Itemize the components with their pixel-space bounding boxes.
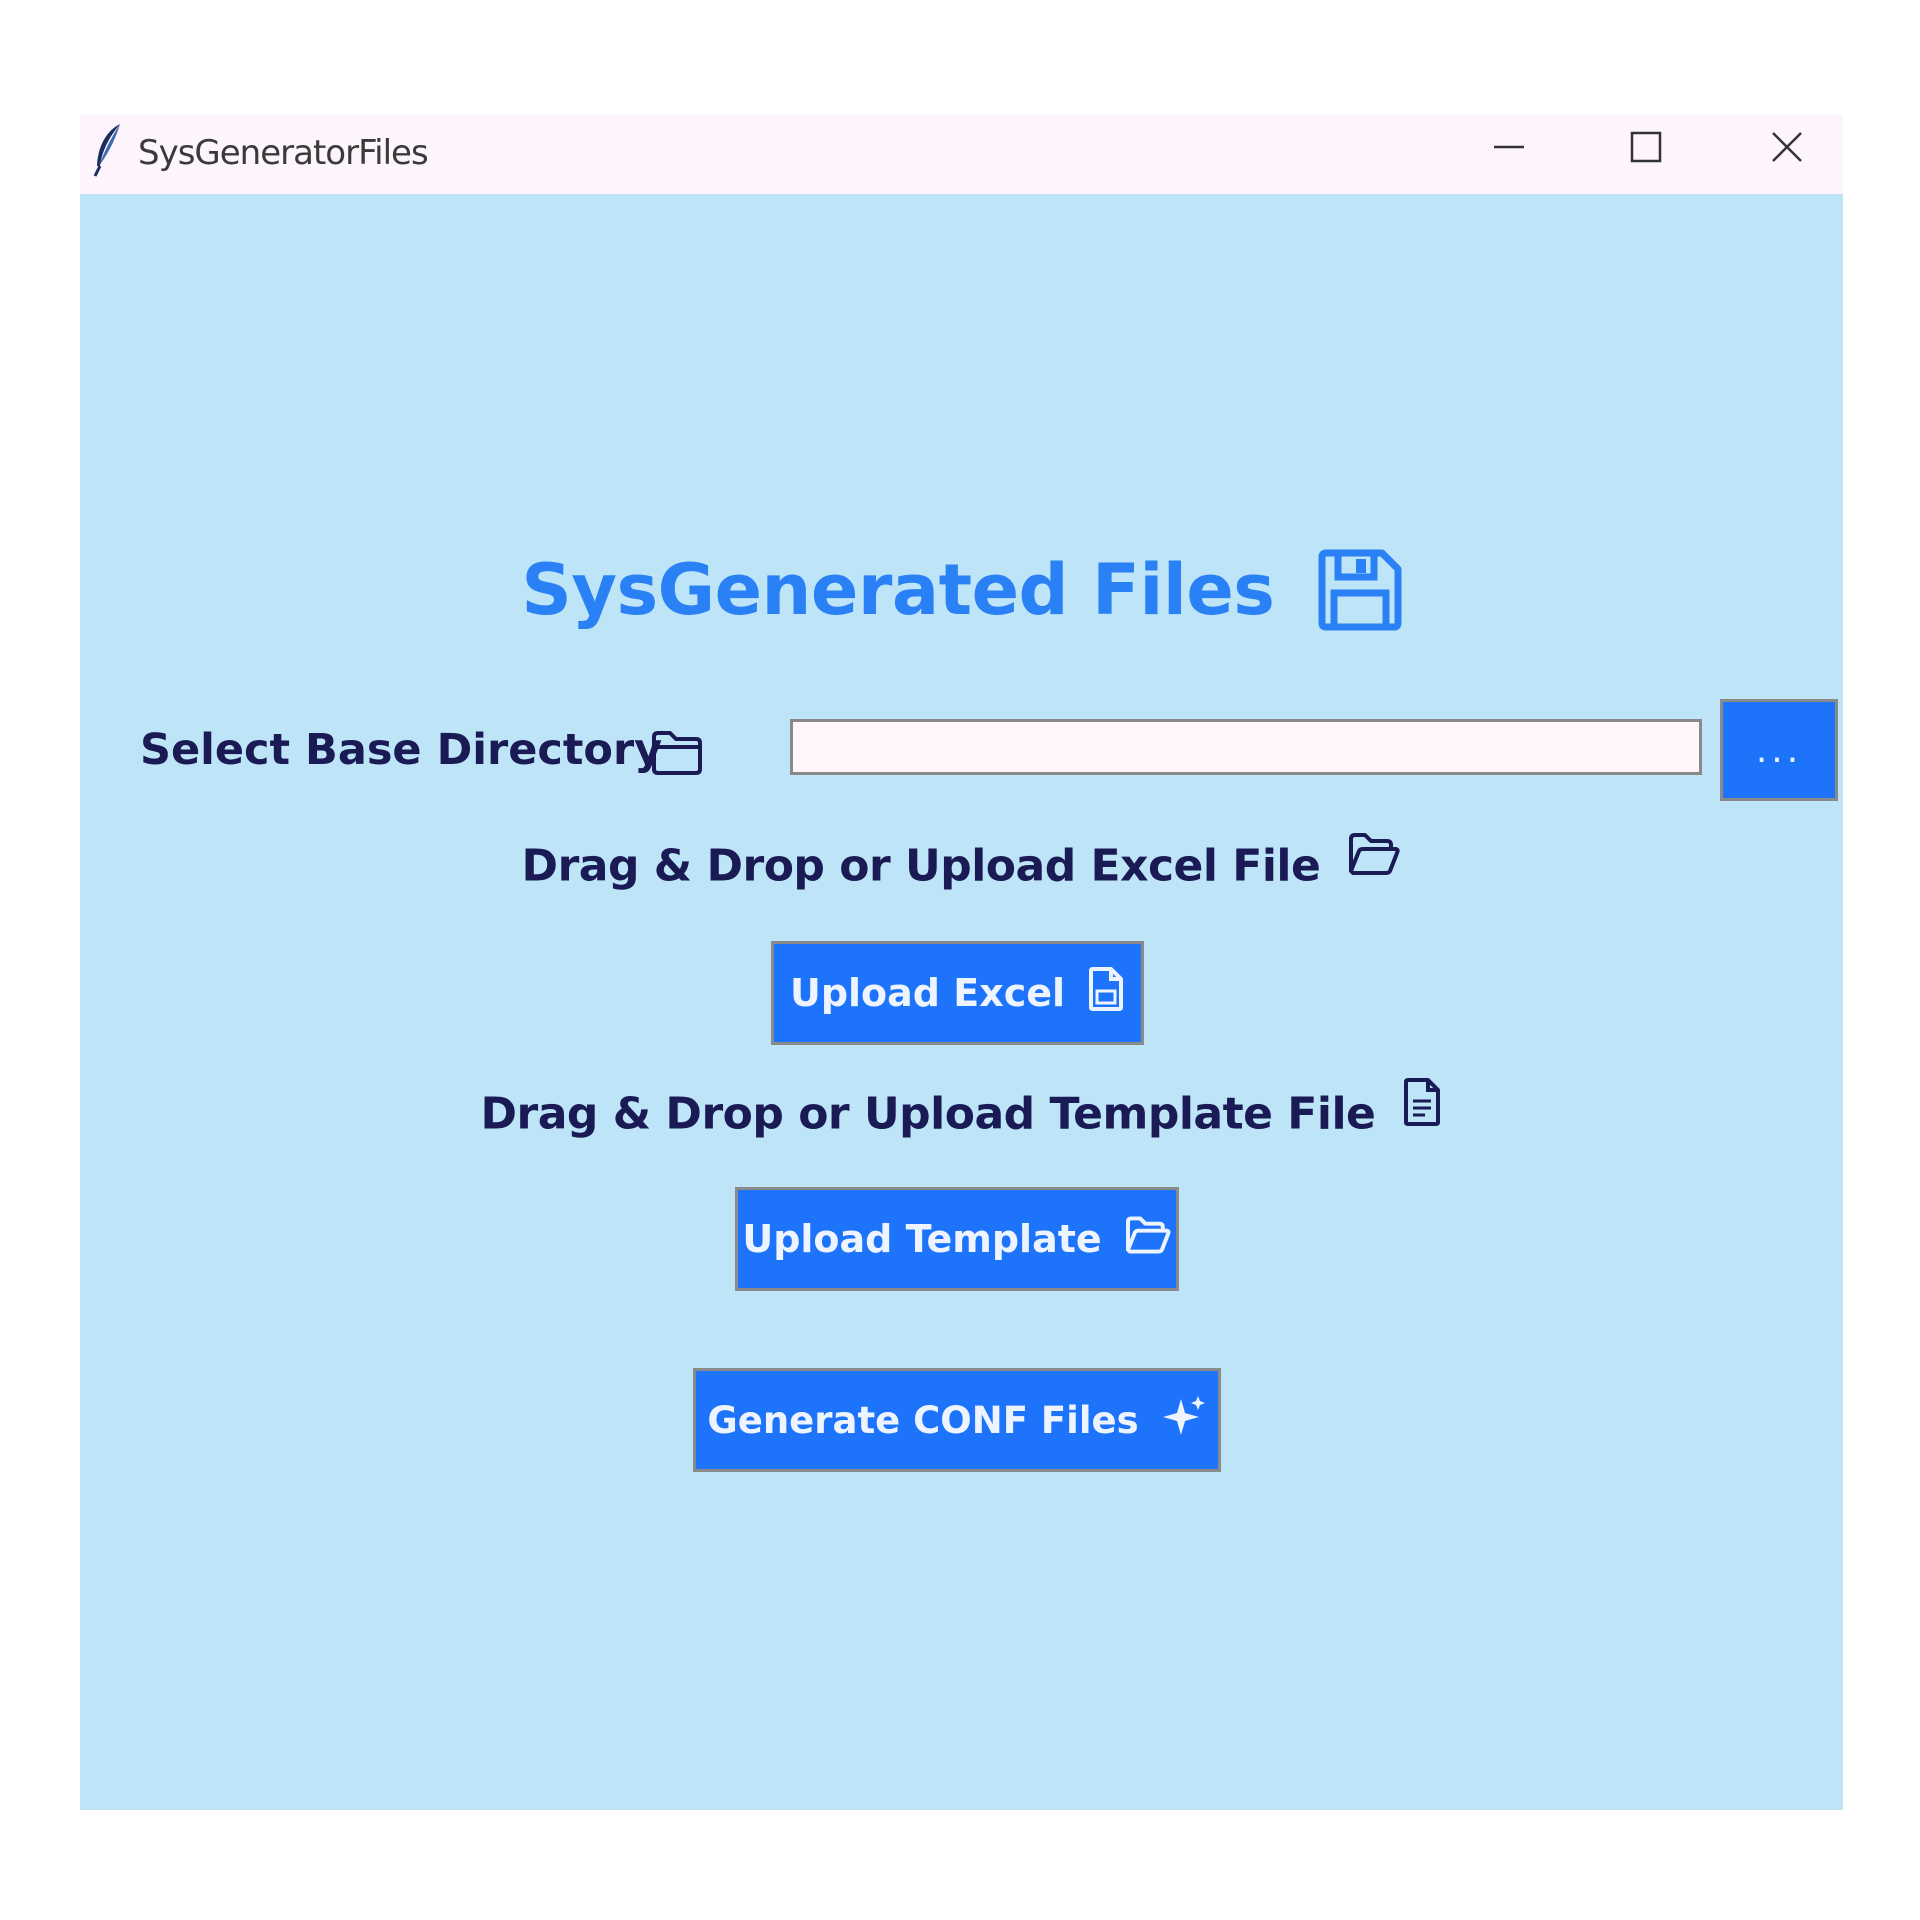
browse-directory-button[interactable]: ... [1720, 699, 1838, 801]
maximize-icon [1630, 131, 1662, 163]
excel-drop-zone[interactable]: Drag & Drop or Upload Excel File [80, 831, 1843, 902]
open-folder-icon [1347, 831, 1401, 902]
floppy-disk-icon [1318, 549, 1402, 631]
folder-icon [650, 729, 704, 777]
base-directory-input[interactable] [790, 719, 1702, 775]
base-directory-row: Select Base Directory ... [140, 699, 1840, 801]
title-bar[interactable]: SysGeneratorFiles [80, 114, 1843, 194]
upload-excel-label: Upload Excel [789, 971, 1066, 1015]
generate-conf-files-label: Generate CONF Files [707, 1398, 1139, 1442]
template-drop-label: Drag & Drop or Upload Template File [480, 1088, 1376, 1140]
close-icon [1772, 132, 1802, 162]
generate-conf-files-button[interactable]: Generate CONF Files [693, 1368, 1221, 1472]
document-icon [1402, 1077, 1442, 1152]
feather-icon [90, 122, 126, 178]
window-title: SysGeneratorFiles [138, 133, 429, 173]
minimize-icon [1494, 145, 1524, 149]
upload-template-button[interactable]: Upload Template [735, 1187, 1179, 1291]
open-folder-icon [1124, 1215, 1172, 1264]
main-content: SysGenerated Files Select Base Directory [80, 194, 1843, 1810]
sparkles-icon [1161, 1395, 1207, 1446]
upload-excel-button[interactable]: Upload Excel [771, 941, 1144, 1045]
excel-drop-label: Drag & Drop or Upload Excel File [521, 840, 1321, 892]
close-button[interactable] [1752, 122, 1822, 172]
file-icon [1087, 966, 1125, 1020]
template-drop-zone[interactable]: Drag & Drop or Upload Template File [80, 1077, 1843, 1152]
upload-template-label: Upload Template [742, 1217, 1102, 1261]
app-title-text: SysGenerated Files [521, 549, 1275, 631]
base-directory-label: Select Base Directory [140, 725, 663, 775]
app-window: SysGeneratorFiles SysGenerated Files Sel… [80, 114, 1843, 1810]
minimize-button[interactable] [1474, 122, 1544, 172]
app-title: SysGenerated Files [80, 549, 1843, 631]
maximize-button[interactable] [1611, 122, 1681, 172]
